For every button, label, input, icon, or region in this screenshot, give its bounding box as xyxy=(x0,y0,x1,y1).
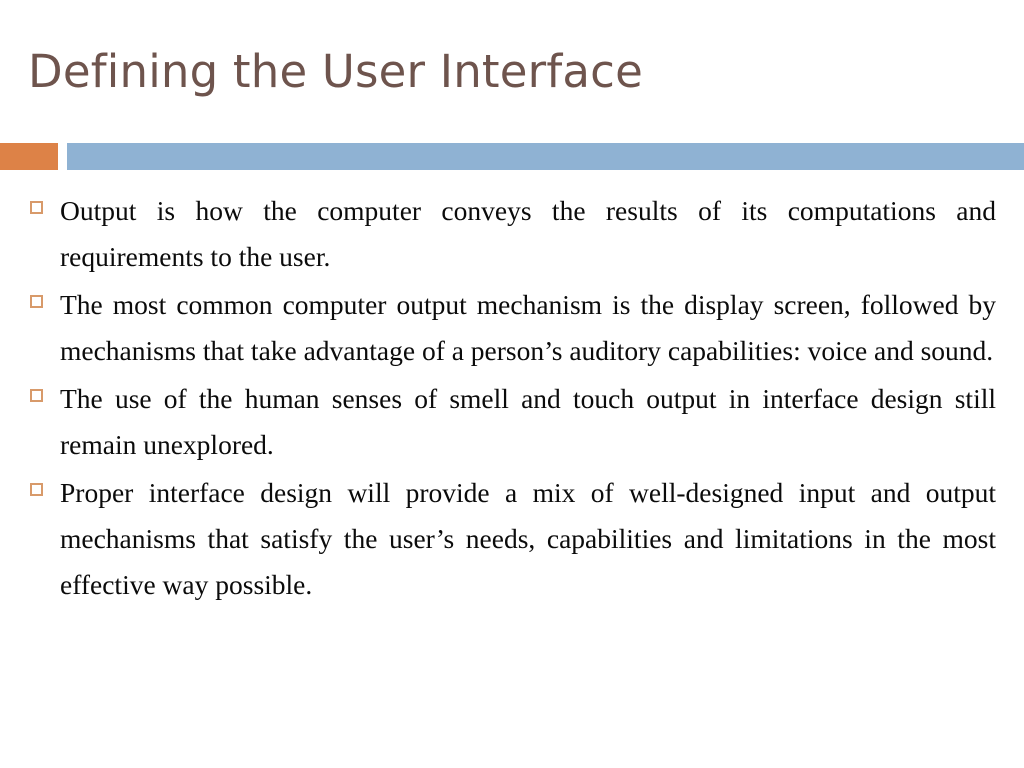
presentation-slide: Defining the User Interface Output is ho… xyxy=(0,0,1024,768)
hollow-square-bullet-icon xyxy=(30,201,43,214)
list-item: Output is how the computer conveys the r… xyxy=(28,188,996,280)
hollow-square-bullet-icon xyxy=(30,295,43,308)
hollow-square-bullet-icon xyxy=(30,483,43,496)
title-block: Defining the User Interface xyxy=(28,45,988,119)
list-item-text: The use of the human senses of smell and… xyxy=(60,383,996,460)
list-item-text: Proper interface design will provide a m… xyxy=(60,477,996,600)
list-item: Proper interface design will provide a m… xyxy=(28,470,996,608)
list-item: The use of the human senses of smell and… xyxy=(28,376,996,468)
title-divider xyxy=(0,143,1024,170)
list-item-text: Output is how the computer conveys the r… xyxy=(60,195,996,272)
page-title: Defining the User Interface xyxy=(28,45,643,98)
list-item-text: The most common computer output mechanis… xyxy=(60,289,996,366)
bullet-list: Output is how the computer conveys the r… xyxy=(28,188,996,608)
list-item: The most common computer output mechanis… xyxy=(28,282,996,374)
hollow-square-bullet-icon xyxy=(30,389,43,402)
divider-main-bar xyxy=(67,143,1024,170)
divider-accent-block xyxy=(0,143,58,170)
slide-body: Output is how the computer conveys the r… xyxy=(28,188,996,610)
